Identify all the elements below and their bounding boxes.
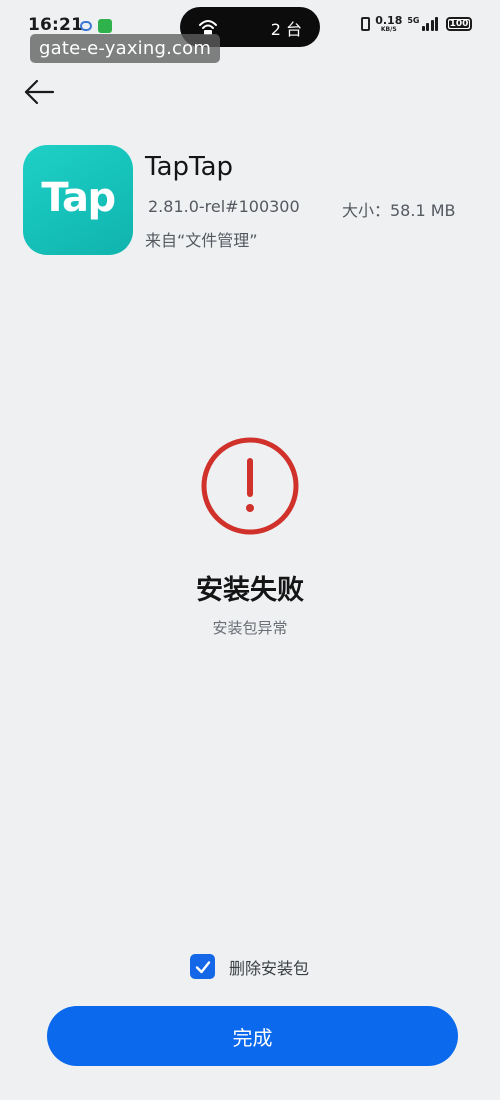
arrow-left-icon <box>24 79 55 105</box>
app-name: TapTap <box>145 152 234 182</box>
battery-percent: 100 <box>449 19 469 29</box>
signal-icon <box>421 17 438 31</box>
result-title: 安装失败 <box>196 575 304 606</box>
app-notification-icon <box>98 19 112 33</box>
app-version: 2.81.0-rel#100300 <box>148 197 300 216</box>
network-type-label: 5G <box>407 15 420 25</box>
delete-package-checkbox[interactable] <box>190 954 215 979</box>
island-device-count: 2 台 <box>270 20 302 39</box>
done-button[interactable]: 完成 <box>47 1006 458 1066</box>
delete-package-option[interactable]: 删除安装包 <box>190 954 309 979</box>
status-notification-icons <box>80 19 112 33</box>
app-source: 来自“文件管理” <box>145 231 258 250</box>
back-button[interactable] <box>20 74 60 110</box>
delete-package-label: 删除安装包 <box>229 958 310 978</box>
battery-icon: 100 <box>446 17 472 31</box>
network-speed-unit: KB/S <box>380 26 397 33</box>
vibrate-icon <box>361 17 371 31</box>
error-icon <box>201 437 299 535</box>
cloud-icon <box>80 21 92 31</box>
check-icon <box>195 960 210 973</box>
network-speed-value: 0.18 <box>375 14 403 27</box>
status-right-icons: 0.18 KB/S 5G 100 <box>361 15 472 33</box>
app-icon-logo-text: Tap <box>41 175 116 221</box>
app-size: 大小：58.1 MB <box>342 201 456 220</box>
watermark: gate-e-yaxing.com <box>30 34 221 63</box>
result-subtitle: 安装包异常 <box>212 619 288 637</box>
status-time: 16:21 <box>28 15 84 35</box>
app-icon: Tap <box>23 145 133 255</box>
network-speed: 0.18 KB/S <box>375 15 402 33</box>
